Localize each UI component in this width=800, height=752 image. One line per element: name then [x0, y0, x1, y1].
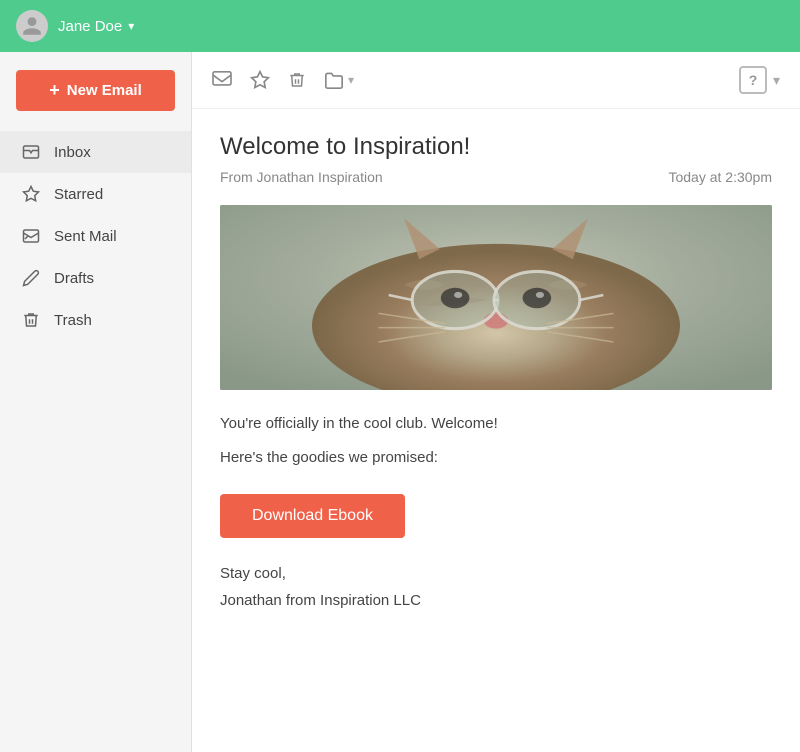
new-email-label: New Email [67, 82, 142, 99]
sidebar: + New Email Inbox Starred [0, 52, 192, 752]
new-email-plus: + [49, 80, 60, 101]
email-meta: From Jonathan Inspiration Today at 2:30p… [220, 169, 772, 185]
folder-button[interactable]: ▾ [324, 71, 354, 89]
email-time: Today at 2:30pm [668, 169, 772, 185]
email-from: From Jonathan Inspiration [220, 169, 383, 185]
sidebar-label-trash: Trash [54, 312, 92, 329]
toolbar-chevron-icon[interactable]: ▾ [773, 72, 780, 89]
help-label: ? [749, 72, 758, 88]
drafts-icon [20, 269, 42, 287]
sidebar-item-drafts[interactable]: Drafts [0, 257, 191, 299]
email-sign-off: Stay cool, Jonathan from Inspiration LLC [220, 560, 772, 614]
help-button[interactable]: ? [739, 66, 767, 94]
cat-image-content [220, 205, 772, 390]
sidebar-label-inbox: Inbox [54, 144, 91, 161]
sidebar-item-sent-mail[interactable]: Sent Mail [0, 215, 191, 257]
sidebar-item-trash[interactable]: Trash [0, 299, 191, 341]
download-ebook-button[interactable]: Download Ebook [220, 494, 405, 538]
email-image [220, 205, 772, 390]
avatar [16, 10, 48, 42]
trash-icon [20, 311, 42, 329]
email-toolbar: ▾ ? ▾ [192, 52, 800, 109]
email-content: ▾ ? ▾ Welcome to Inspiration! From Jonat… [192, 52, 800, 752]
sidebar-label-drafts: Drafts [54, 270, 94, 287]
reply-icon[interactable] [212, 71, 232, 89]
email-subject: Welcome to Inspiration! [220, 133, 772, 161]
sidebar-label-starred: Starred [54, 186, 103, 203]
sign-off-line2: Jonathan from Inspiration LLC [220, 587, 772, 614]
trash-toolbar-icon[interactable] [288, 70, 306, 90]
user-name-label: Jane Doe [58, 18, 122, 35]
toolbar-right: ? ▾ [739, 66, 780, 94]
sidebar-label-sent-mail: Sent Mail [54, 228, 117, 245]
toolbar-left: ▾ [212, 70, 354, 90]
star-toolbar-icon[interactable] [250, 70, 270, 90]
sidebar-item-starred[interactable]: Starred [0, 173, 191, 215]
sign-off-line1: Stay cool, [220, 560, 772, 587]
main-layout: + New Email Inbox Starred [0, 52, 800, 752]
star-icon [20, 185, 42, 203]
email-body-line2: Here's the goodies we promised: [220, 446, 772, 470]
new-email-button[interactable]: + New Email [16, 70, 175, 111]
folder-chevron-icon: ▾ [348, 73, 354, 87]
sidebar-item-inbox[interactable]: Inbox [0, 131, 191, 173]
inbox-icon [20, 143, 42, 161]
email-body: Welcome to Inspiration! From Jonathan In… [192, 109, 800, 638]
sent-icon [20, 227, 42, 245]
top-header: Jane Doe ▾ [0, 0, 800, 52]
user-menu-chevron[interactable]: ▾ [128, 19, 134, 33]
email-body-line1: You're officially in the cool club. Welc… [220, 412, 772, 436]
